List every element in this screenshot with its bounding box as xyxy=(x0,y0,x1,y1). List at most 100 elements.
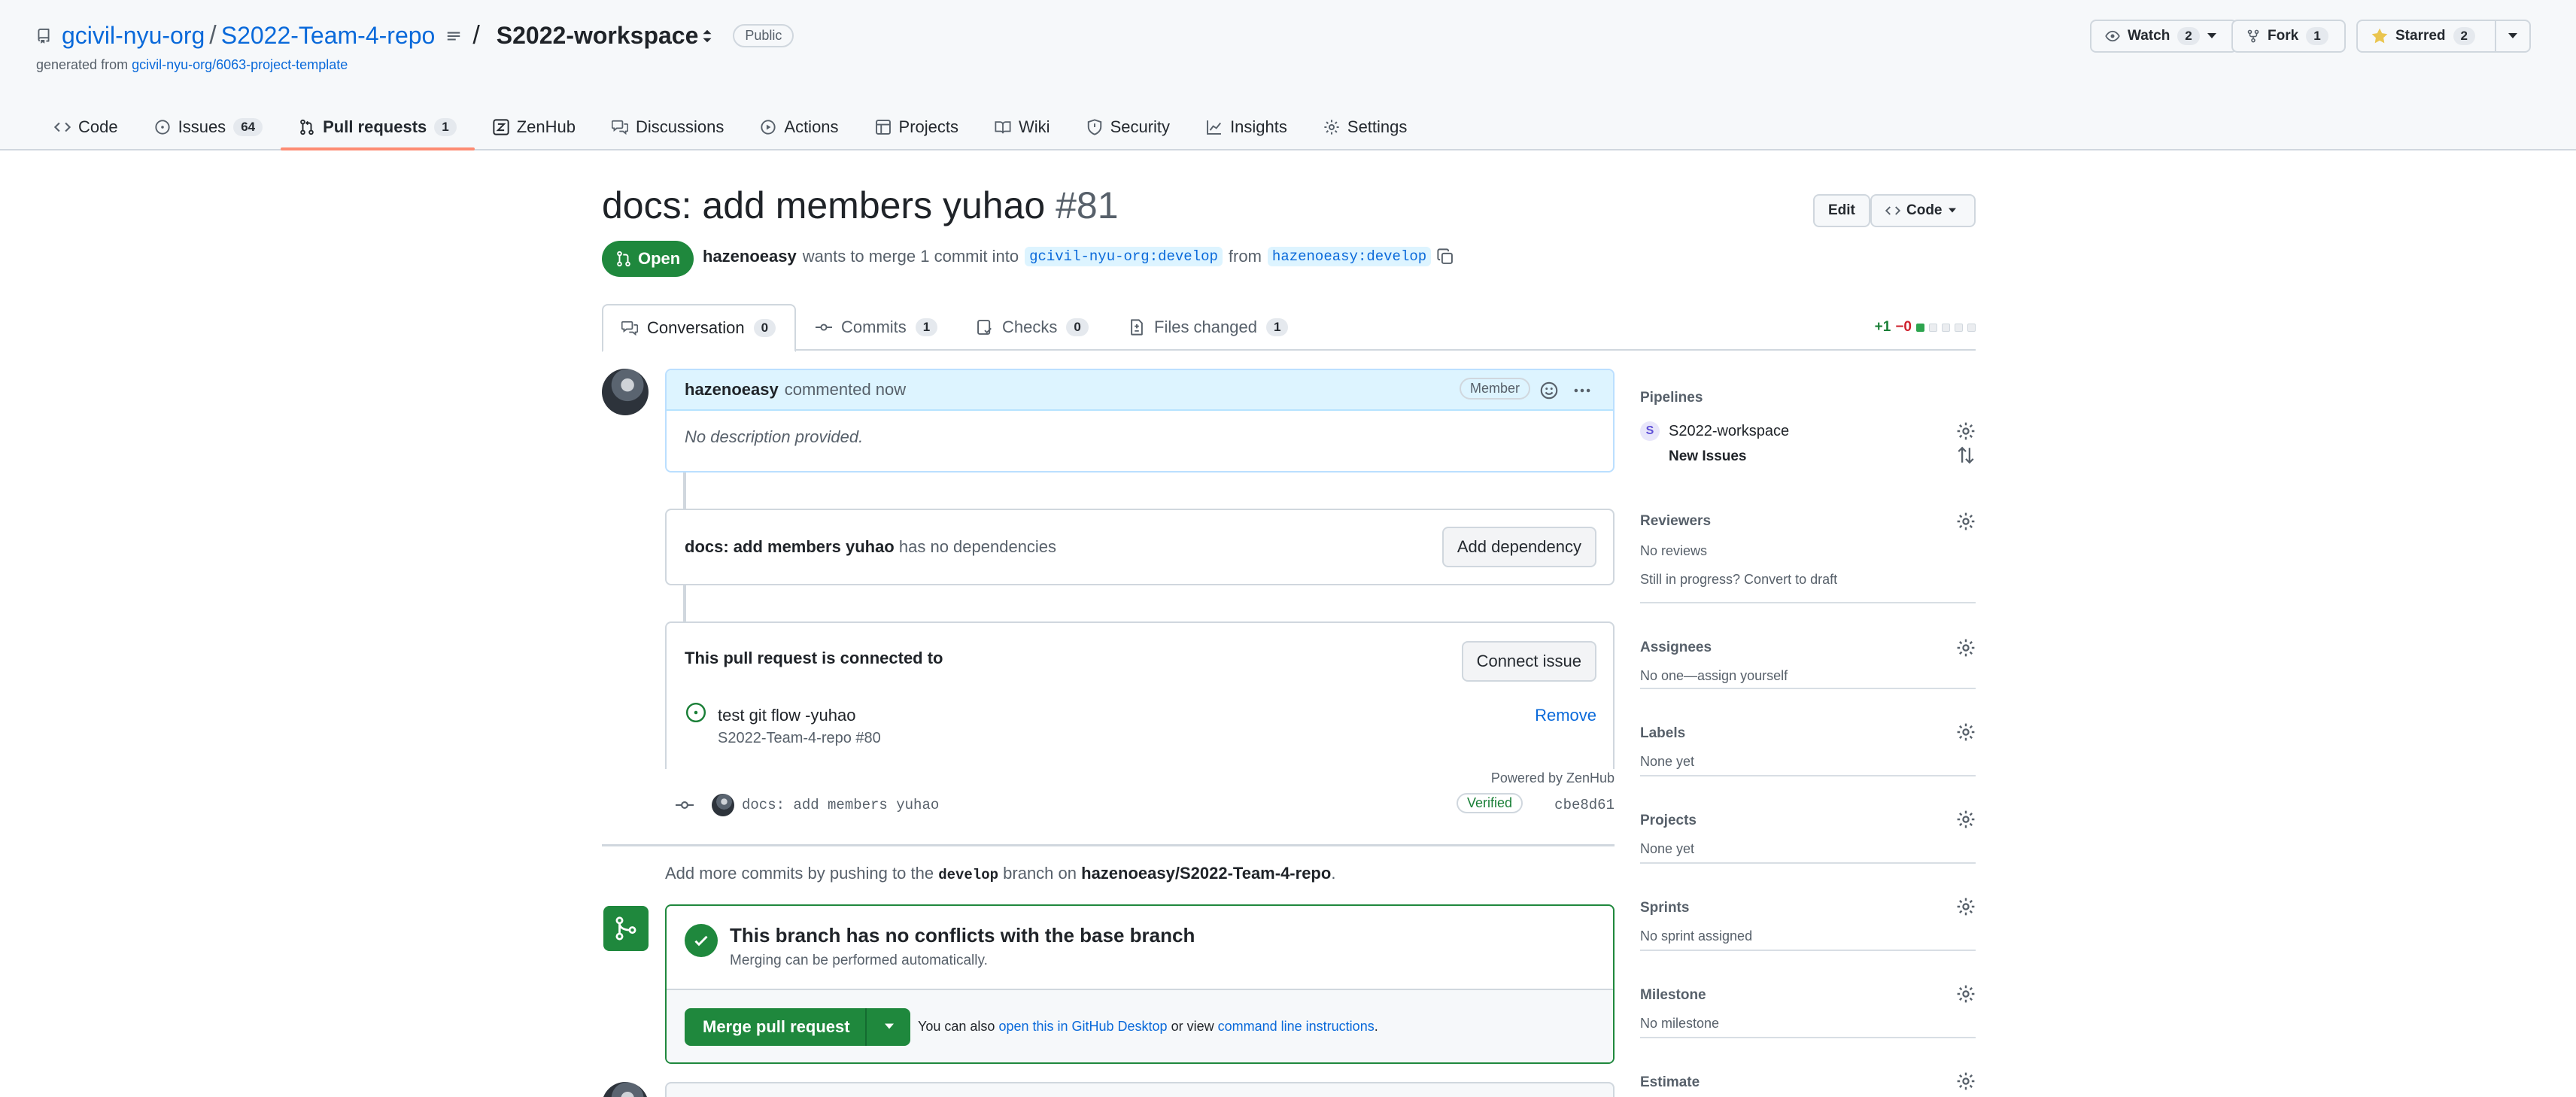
reviewers-value: No reviews xyxy=(1640,543,1708,558)
tab-conversation[interactable]: Conversation 0 xyxy=(602,304,796,352)
push-note-suffix: . xyxy=(1331,864,1336,883)
merge-status-subtitle: Merging can be performed automatically. xyxy=(730,953,988,968)
sidebar-milestone: Milestone No milestone xyxy=(1640,951,1976,1038)
push-repo[interactable]: hazenoeasy/S2022-Team-4-repo xyxy=(1081,864,1331,883)
repo-name-link[interactable]: S2022-Team-4-repo xyxy=(221,22,436,50)
template-link[interactable]: gcivil-nyu-org/6063-project-template xyxy=(132,57,348,72)
watch-label: Watch xyxy=(2128,28,2170,44)
tab-code[interactable]: Code xyxy=(36,105,136,149)
tab-label: Actions xyxy=(784,117,839,136)
merge-pull-request-button[interactable]: Merge pull request xyxy=(685,1008,868,1046)
new-comment-box xyxy=(665,1082,1615,1097)
gear-icon[interactable] xyxy=(1956,421,1976,441)
tab-checks[interactable]: Checks 0 xyxy=(958,304,1107,351)
member-badge: Member xyxy=(1459,378,1530,400)
timeline-line xyxy=(683,585,686,621)
watch-count: 2 xyxy=(2177,27,2200,45)
open-desktop-link[interactable]: open this in GitHub Desktop xyxy=(998,1019,1167,1034)
pr-number: #81 xyxy=(1056,184,1119,226)
remove-connection-link[interactable]: Remove xyxy=(1535,706,1596,725)
command-line-link[interactable]: command line instructions xyxy=(1218,1019,1375,1034)
tab-discussions[interactable]: Discussions xyxy=(594,105,742,149)
timeline-line xyxy=(683,473,686,509)
tab-actions[interactable]: Actions xyxy=(742,105,856,149)
starred-button[interactable]: Starred 2 xyxy=(2356,20,2496,53)
connected-issue-title[interactable]: test git flow -yuhao xyxy=(718,706,855,725)
tab-projects[interactable]: Projects xyxy=(857,105,977,149)
breadcrumb-separator: / xyxy=(209,21,217,50)
caret-down-icon xyxy=(2508,32,2517,40)
gear-icon[interactable] xyxy=(1956,722,1976,742)
tab-count: 0 xyxy=(1066,318,1089,336)
pr-author-link[interactable]: hazenoeasy xyxy=(703,247,797,266)
pr-state-label: Open xyxy=(638,249,681,268)
fork-button[interactable]: Fork 1 xyxy=(2231,20,2346,53)
connect-issue-button[interactable]: Connect issue xyxy=(1461,641,1596,682)
tab-insights[interactable]: Insights xyxy=(1188,105,1305,149)
kebab-horizontal-icon[interactable] xyxy=(1572,381,1592,400)
caret-down-icon xyxy=(2207,32,2216,40)
play-icon xyxy=(760,119,776,135)
avatar[interactable] xyxy=(602,369,649,415)
gear-icon[interactable] xyxy=(1956,810,1976,829)
tab-label: Wiki xyxy=(1019,117,1050,136)
graph-icon xyxy=(1206,119,1223,135)
gear-icon xyxy=(1323,119,1340,135)
gear-icon[interactable] xyxy=(1956,638,1976,658)
sidebar-assignees: Assignees No one—assign yourself xyxy=(1640,603,1976,689)
tab-label: Discussions xyxy=(636,117,724,136)
gear-icon[interactable] xyxy=(1956,1071,1976,1091)
base-branch[interactable]: gcivil-nyu-org:develop xyxy=(1025,247,1223,266)
tab-label: Issues xyxy=(178,117,226,136)
breadcrumb: gcivil-nyu-org / S2022-Team-4-repo / S20… xyxy=(36,21,794,50)
diffstat-block xyxy=(1942,323,1950,332)
pipeline-name[interactable]: New Issues xyxy=(1669,448,1747,465)
tab-commits[interactable]: Commits 1 xyxy=(797,304,955,351)
tab-zenhub[interactable]: ZenHub xyxy=(475,105,594,149)
code-icon xyxy=(1885,203,1900,218)
code-dropdown-button[interactable]: Code xyxy=(1870,194,1976,227)
gear-icon[interactable] xyxy=(1956,897,1976,916)
discussions-icon xyxy=(612,119,629,135)
commit-sha[interactable]: cbe8d61 xyxy=(1554,797,1615,813)
gear-icon[interactable] xyxy=(1956,984,1976,1004)
edit-title-button[interactable]: Edit xyxy=(1813,194,1870,227)
sidebar-sprints: Sprints No sprint assigned xyxy=(1640,864,1976,951)
repo-owner-link[interactable]: gcivil-nyu-org xyxy=(62,22,205,50)
watch-button[interactable]: Watch 2 xyxy=(2090,20,2237,53)
commit-message[interactable]: docs: add members yuhao xyxy=(742,797,939,813)
merge-footer: Merge pull request You can also open thi… xyxy=(667,989,1613,1062)
tab-label: Files changed xyxy=(1154,318,1257,336)
tab-count: 0 xyxy=(753,319,776,337)
tab-wiki[interactable]: Wiki xyxy=(977,105,1068,149)
table-icon xyxy=(875,119,892,135)
add-dependency-button[interactable]: Add dependency xyxy=(1441,527,1596,567)
list-icon[interactable] xyxy=(445,28,462,44)
avatar[interactable] xyxy=(602,1082,649,1097)
head-branch[interactable]: hazenoeasy:develop xyxy=(1267,247,1432,266)
tab-settings[interactable]: Settings xyxy=(1305,105,1426,149)
code-label: Code xyxy=(1906,202,1943,218)
workspace-selector[interactable]: S2022-workspace xyxy=(497,22,699,50)
avatar[interactable] xyxy=(712,794,734,816)
comment-author-link[interactable]: hazenoeasy xyxy=(685,380,779,400)
unfold-icon[interactable] xyxy=(701,28,713,44)
smiley-icon[interactable] xyxy=(1539,381,1559,400)
tab-files-changed[interactable]: Files changed 1 xyxy=(1110,304,1306,351)
tab-security[interactable]: Security xyxy=(1068,105,1188,149)
timeline-divider xyxy=(602,844,1615,846)
merge-method-dropdown[interactable] xyxy=(865,1008,910,1046)
pr-description-comment: hazenoeasy commented now Member No descr… xyxy=(665,369,1615,473)
arrow-switch-icon[interactable] xyxy=(1956,445,1976,465)
copy-icon[interactable] xyxy=(1437,248,1454,265)
tab-issues[interactable]: Issues 64 xyxy=(136,105,281,149)
comment-discussion-icon xyxy=(621,320,638,336)
shield-icon xyxy=(1086,119,1103,135)
assign-yourself-link[interactable]: No one—assign yourself xyxy=(1640,668,1788,684)
star-list-dropdown[interactable] xyxy=(2495,20,2531,53)
gear-icon[interactable] xyxy=(1956,512,1976,531)
sidebar-title: Assignees xyxy=(1640,640,1712,655)
verified-badge[interactable]: Verified xyxy=(1457,793,1523,813)
tab-pull-requests[interactable]: Pull requests 1 xyxy=(281,105,475,150)
convert-to-draft-link[interactable]: Still in progress? Convert to draft xyxy=(1640,572,1837,588)
